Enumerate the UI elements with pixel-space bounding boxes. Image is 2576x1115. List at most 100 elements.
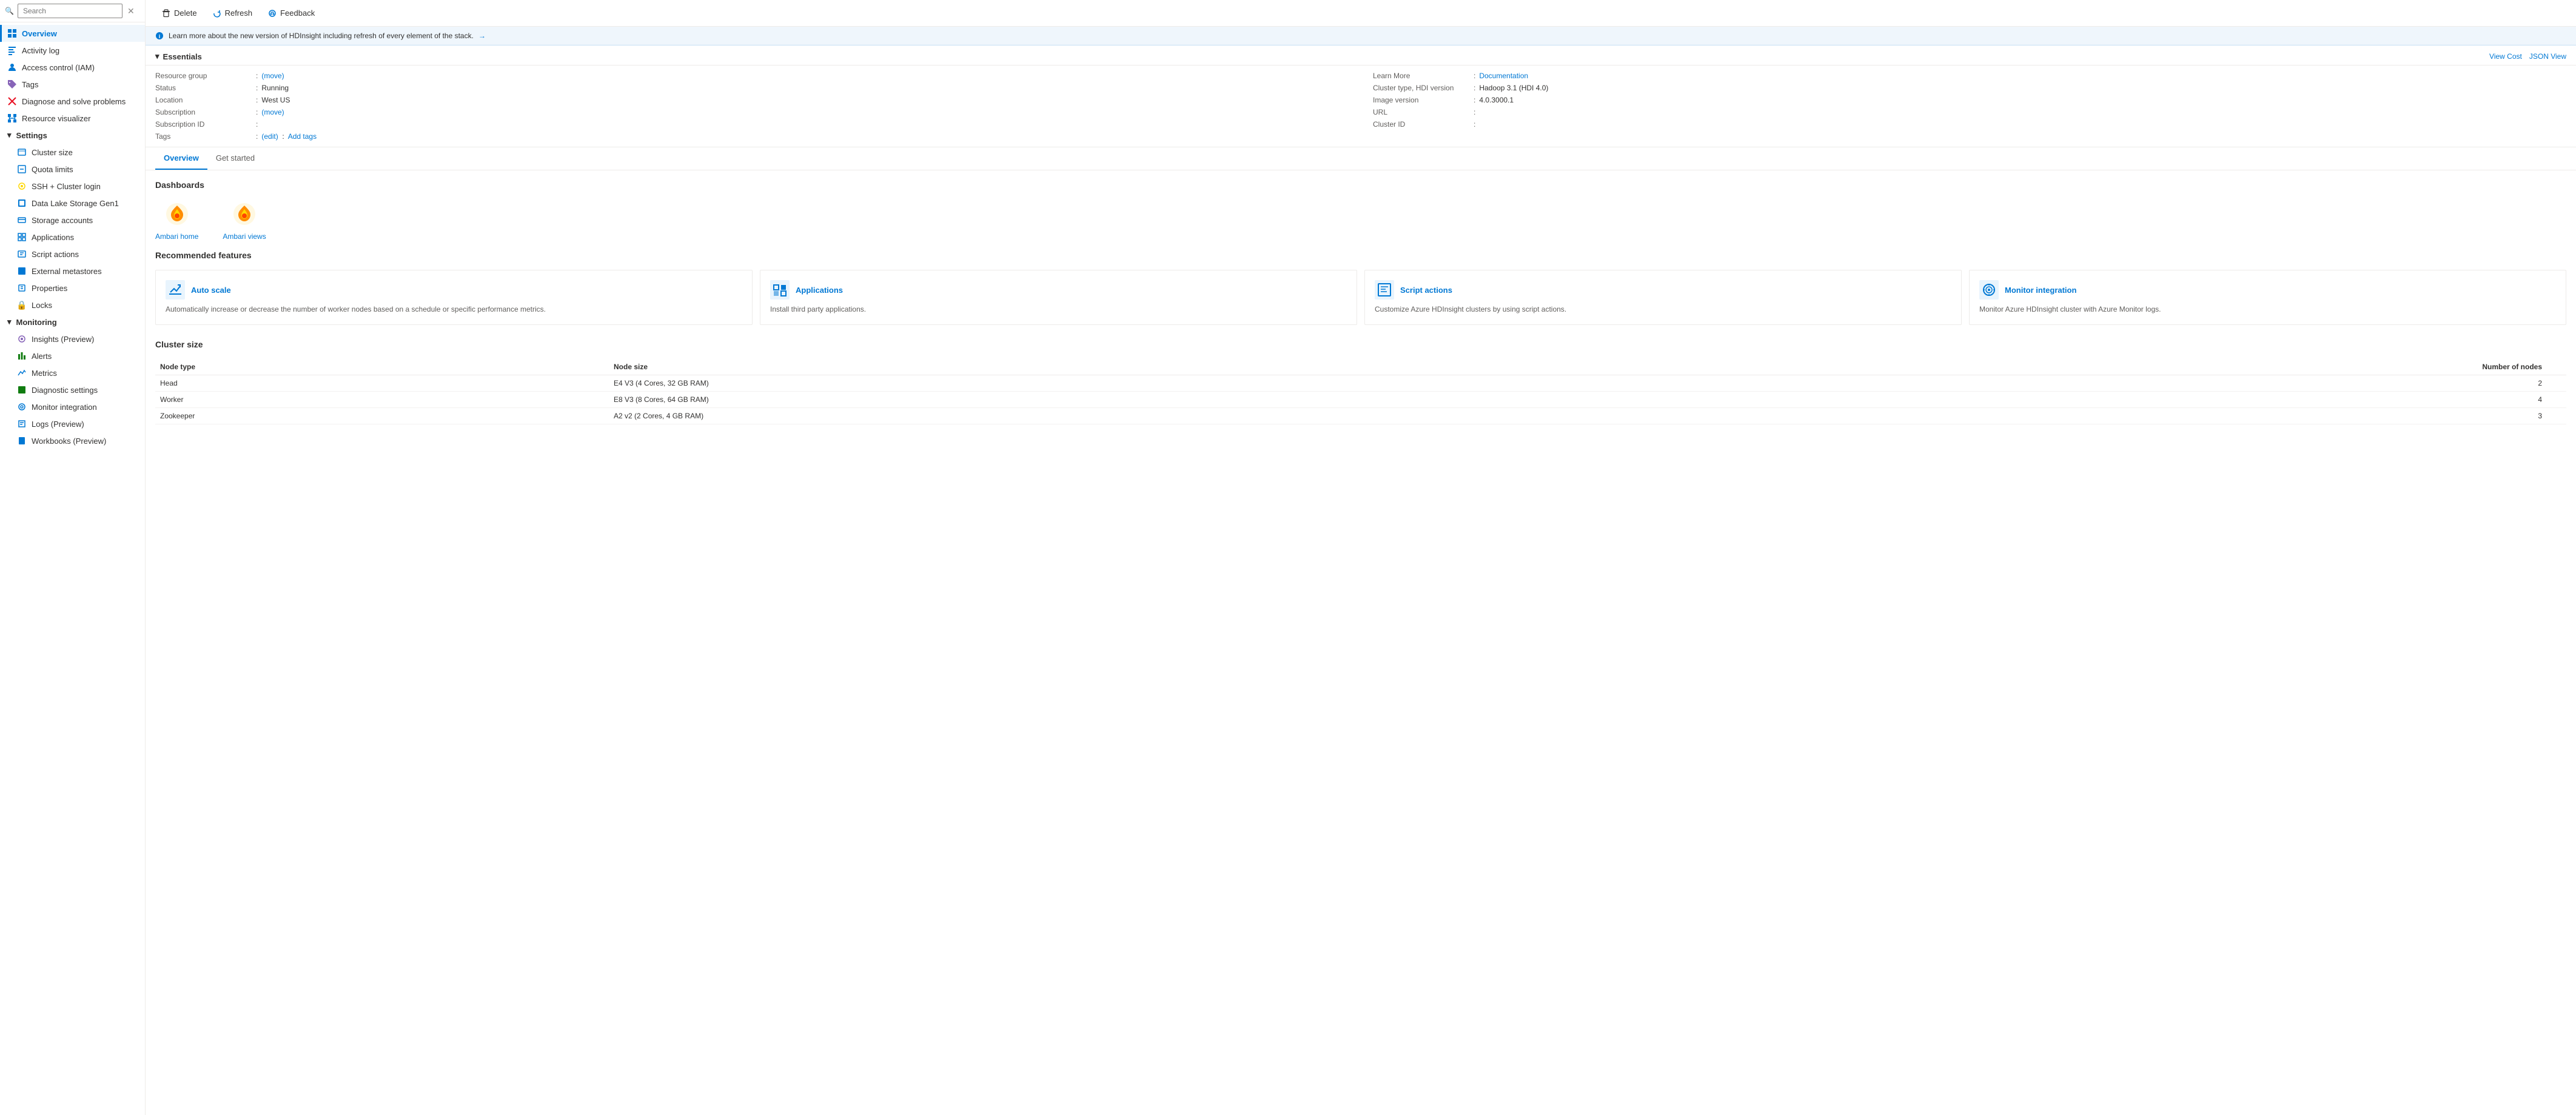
refresh-button[interactable]: Refresh [206,5,260,21]
cluster-row-head-size: E4 V3 (4 Cores, 32 GB RAM) [609,375,1668,391]
essentials-row-tags: Tags : (edit) : Add tags [155,131,1349,142]
auto-scale-title[interactable]: Auto scale [191,286,231,295]
essentials-label-subscription-id: Subscription ID [155,120,252,129]
ambari-home-icon-wrap [163,199,192,229]
sidebar-item-properties[interactable]: Properties [10,280,145,296]
essentials-title-text: Essentials [163,52,202,61]
ambari-home-label[interactable]: Ambari home [155,232,198,241]
diagnose-icon [7,96,17,106]
subscription-move-link[interactable]: (move) [261,108,284,116]
sidebar-item-storage-accounts[interactable]: Storage accounts [10,212,145,229]
ambari-views-label[interactable]: Ambari views [223,232,266,241]
sidebar-item-logs-preview-label: Logs (Preview) [32,420,84,429]
sidebar-item-alerts[interactable]: Alerts [10,347,145,364]
sidebar-item-ssh-label: SSH + Cluster login [32,182,101,191]
json-view-link[interactable]: JSON View [2529,52,2566,61]
feedback-icon [268,9,277,18]
delete-button[interactable]: Delete [155,5,204,21]
essentials-label-image-version: Image version [1373,96,1470,104]
essentials-row-subscription-id: Subscription ID : [155,119,1349,130]
essentials-row-image-version: Image version : 4.0.3000.1 [1373,95,2566,105]
essentials-value-tags: (edit) : Add tags [261,132,317,141]
sidebar-item-applications[interactable]: Applications [10,229,145,246]
sidebar-item-access-control[interactable]: Access control (IAM) [0,59,145,76]
svg-text:i: i [159,33,161,39]
monitor-integration-feature-desc: Monitor Azure HDInsight cluster with Azu… [1979,304,2556,315]
tab-get-started[interactable]: Get started [207,147,263,170]
monitor-integration-icon [17,402,27,412]
rg-move-link[interactable]: (move) [261,72,284,80]
essentials-value-rg: (move) [261,72,284,80]
monitoring-section-label: Monitoring [16,318,57,327]
sidebar-item-workbooks-preview[interactable]: Workbooks (Preview) [10,432,145,449]
essentials-label-cluster-id: Cluster ID [1373,120,1470,129]
sidebar-item-logs-preview[interactable]: Logs (Preview) [10,415,145,432]
cluster-row-head-nodes: 2 [1668,375,2566,391]
monitoring-section-header[interactable]: ▾ Monitoring [0,313,145,330]
info-bar: i Learn more about the new version of HD… [146,27,2576,45]
view-cost-link[interactable]: View Cost [2489,52,2522,61]
monitor-integration-feature-title[interactable]: Monitor integration [2005,286,2076,295]
sidebar-item-external-metastores[interactable]: External metastores [10,263,145,280]
search-clear-button[interactable]: ✕ [126,5,136,18]
ambari-views-item[interactable]: Ambari views [223,199,266,241]
documentation-link[interactable]: Documentation [1479,72,1528,80]
tab-overview[interactable]: Overview [155,147,207,170]
sidebar-item-diagnose[interactable]: Diagnose and solve problems [0,93,145,110]
sidebar-item-script-actions[interactable]: Script actions [10,246,145,263]
search-input[interactable] [18,4,122,18]
feature-card-monitor-integration: Monitor integration Monitor Azure HDInsi… [1969,270,2566,325]
dashboards-title: Dashboards [155,180,2566,190]
essentials-label-rg: Resource group [155,72,252,80]
essentials-chevron: ▾ [155,52,159,61]
sidebar-item-locks-label: Locks [32,301,52,310]
sidebar-item-cluster-size[interactable]: Cluster size [10,144,145,161]
sidebar-item-quota-limits[interactable]: Quota limits [10,161,145,178]
tags-add-link[interactable]: Add tags [288,132,317,141]
sidebar-item-overview[interactable]: Overview [0,25,145,42]
sidebar-item-monitor-integration-label: Monitor integration [32,403,97,412]
search-icon: 🔍 [5,7,14,15]
cluster-row-head: Head E4 V3 (4 Cores, 32 GB RAM) 2 [155,375,2566,391]
applications-feature-title[interactable]: Applications [796,286,843,295]
sidebar-item-activity-log[interactable]: Activity log [0,42,145,59]
essentials-label-location: Location [155,96,252,104]
sidebar-item-monitor-integration[interactable]: Monitor integration [10,398,145,415]
access-control-icon [7,62,17,72]
script-actions-feature-title[interactable]: Script actions [1400,286,1452,295]
tags-icon [7,79,17,89]
sidebar-nav: Overview Activity log Access control (IA… [0,22,145,1115]
settings-section-header[interactable]: ▾ Settings [0,127,145,144]
feedback-label: Feedback [280,8,315,18]
info-bar-link[interactable]: → [478,32,486,40]
sidebar-item-ssh-cluster[interactable]: SSH + Cluster login [10,178,145,195]
sidebar-item-storage-accounts-label: Storage accounts [32,216,93,225]
essentials-actions: View Cost JSON View [2489,52,2566,61]
sidebar-item-locks[interactable]: 🔒 Locks [10,296,145,313]
sidebar-collapse-button[interactable]: 《 [139,4,146,18]
sidebar-item-metrics[interactable]: Metrics [10,364,145,381]
logs-preview-icon [17,419,27,429]
resource-visualizer-icon [7,113,17,123]
essentials-header: ▾ Essentials View Cost JSON View [146,45,2576,65]
sidebar-item-diagnostic-settings[interactable]: Diagnostic settings [10,381,145,398]
essentials-label-tags: Tags [155,132,252,141]
monitoring-sub-nav: Insights (Preview) Alerts Metrics Diagno… [0,330,145,449]
sidebar-item-insights[interactable]: Insights (Preview) [10,330,145,347]
ambari-home-item[interactable]: Ambari home [155,199,198,241]
essentials-value-subscription: (move) [261,108,284,116]
sidebar-item-activity-log-label: Activity log [22,46,59,55]
sidebar-item-tags[interactable]: Tags [0,76,145,93]
tags-edit-link[interactable]: (edit) [261,132,278,141]
applications-feature-icon [770,280,790,300]
applications-icon [17,232,27,242]
sidebar-search-bar: 🔍 ✕ 《 [0,0,145,22]
insights-icon [17,334,27,344]
recommended-title: Recommended features [155,250,2566,260]
sidebar-item-resource-visualizer[interactable]: Resource visualizer [0,110,145,127]
sidebar-item-script-actions-label: Script actions [32,250,79,259]
ambari-views-icon-wrap [230,199,259,229]
monitor-integration-feature-icon [1979,280,1999,300]
feedback-button[interactable]: Feedback [261,5,321,21]
sidebar-item-data-lake[interactable]: Data Lake Storage Gen1 [10,195,145,212]
